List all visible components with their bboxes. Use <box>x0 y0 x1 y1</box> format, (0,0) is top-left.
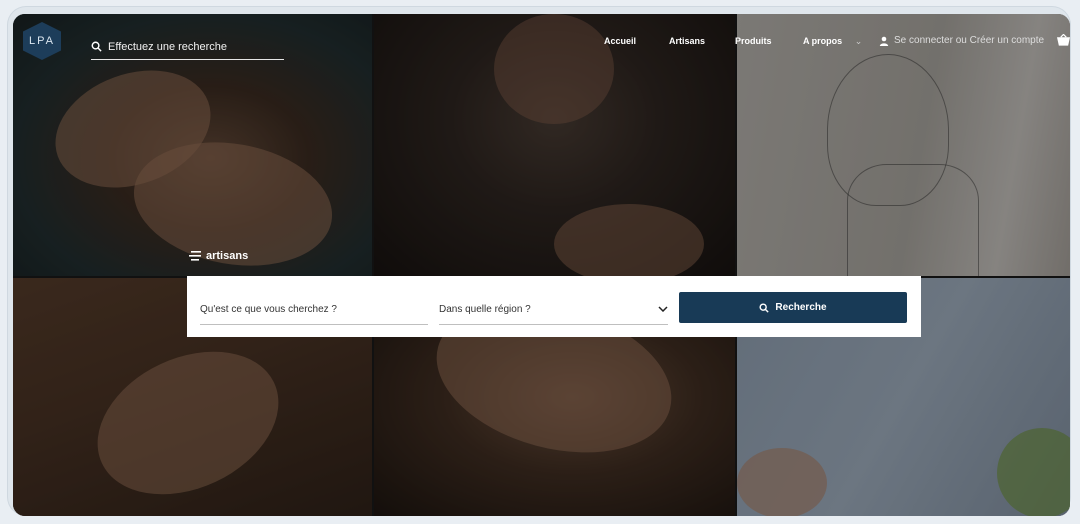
nav-a-propos[interactable]: A propos ⌄ <box>803 36 862 47</box>
logo-text: LPA <box>29 35 55 47</box>
search-panel: Recherche <box>187 276 921 337</box>
chevron-down-icon <box>658 306 668 312</box>
section-label: artisans <box>189 250 248 262</box>
cart-icon[interactable] <box>1057 34 1070 46</box>
what-input[interactable] <box>200 303 428 315</box>
user-icon <box>879 36 889 46</box>
region-select[interactable] <box>439 294 668 325</box>
account-label: Se connecter ou Créer un compte <box>894 35 1045 46</box>
region-input[interactable] <box>439 303 658 315</box>
chevron-down-icon: ⌄ <box>854 36 863 46</box>
photo-artisan-working <box>374 14 735 276</box>
search-submit-label: Recherche <box>775 302 827 313</box>
list-icon <box>189 251 201 261</box>
photo-fashion-sketch <box>737 14 1070 276</box>
nav-produits[interactable]: Produits <box>735 36 772 46</box>
nav-artisans[interactable]: Artisans <box>669 36 705 46</box>
hero-viewport: LPA Accueil Artisans Produits A propos ⌄… <box>13 14 1070 516</box>
search-submit-button[interactable]: Recherche <box>679 292 907 323</box>
account-link[interactable]: Se connecter ou Créer un compte <box>879 35 1044 46</box>
header-search[interactable] <box>91 34 284 60</box>
what-field[interactable] <box>200 294 428 325</box>
nav-a-propos-label: A propos <box>803 36 843 46</box>
section-label-text: artisans <box>206 250 249 262</box>
search-icon <box>91 41 102 52</box>
search-icon <box>759 302 770 313</box>
header-search-input[interactable] <box>108 40 278 53</box>
nav-accueil[interactable]: Accueil <box>604 36 636 46</box>
